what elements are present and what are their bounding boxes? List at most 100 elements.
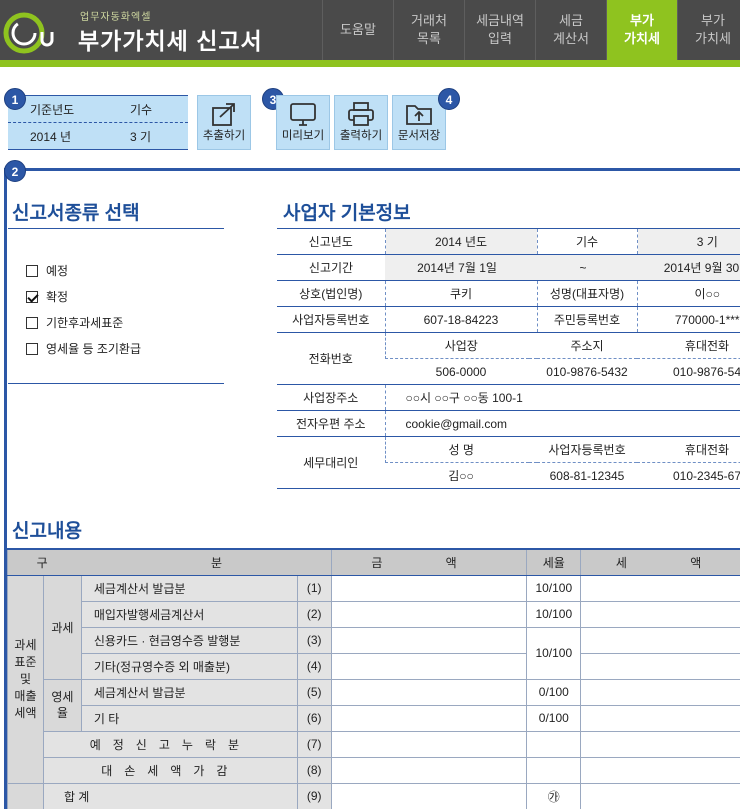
amount-cell[interactable] <box>330 782 528 809</box>
amount-cell[interactable] <box>330 652 528 680</box>
tax-cell[interactable] <box>580 704 740 732</box>
app-header: 업무자동화엑셀 부가가치세 신고서 도움말 거래처 목록 세금내역 입력 세금 … <box>0 0 740 60</box>
phone-home-value[interactable]: 010-9876-5432 <box>537 358 637 385</box>
amount-cell[interactable] <box>330 678 528 706</box>
option-preliminary[interactable]: 예정 <box>26 262 68 279</box>
row-label: 예정신고누락분 <box>42 730 298 758</box>
amount-cell[interactable] <box>330 574 528 602</box>
rate-cell: 10/100 <box>526 626 582 680</box>
row-label: 매입자발행세금계산서 <box>80 600 298 628</box>
checkbox-icon[interactable] <box>26 316 38 329</box>
nav-tab-tax-entry[interactable]: 세금내역 입력 <box>464 0 535 60</box>
label-agent-name: 성 명 <box>384 436 537 463</box>
period-header: 기수 <box>130 102 153 117</box>
row-number: (2) <box>296 600 332 628</box>
checkbox-checked-icon[interactable] <box>26 290 38 303</box>
nav-tab-vat-2[interactable]: 부가 가치세 <box>677 0 740 60</box>
print-button[interactable]: 출력하기 <box>334 95 388 150</box>
row-number: (4) <box>296 652 332 680</box>
rate-cell: 10/100 <box>526 574 582 602</box>
row-label: 세금계산서 발급분 <box>80 678 298 706</box>
folder-upload-icon <box>406 105 432 125</box>
label-tax-agent: 세무대리인 <box>277 436 385 489</box>
row-label: 신용카드 · 현금영수증 발행분 <box>80 626 298 654</box>
checkbox-icon[interactable] <box>26 342 38 355</box>
tax-cell[interactable] <box>580 782 740 809</box>
bizno-value[interactable]: 607-18-84223 <box>384 306 537 333</box>
label-phone: 전화번호 <box>277 332 385 385</box>
preview-label: 미리보기 <box>281 130 325 142</box>
period-value[interactable]: 3 기 <box>130 128 151 145</box>
app-title: 부가가치세 신고서 <box>78 28 263 54</box>
monitor-icon <box>290 103 316 126</box>
report-type-title: 신고서종류 선택 <box>12 203 140 224</box>
row-label: 기 타 <box>80 704 298 732</box>
amount-cell[interactable] <box>330 626 528 654</box>
col-rate: 세율 <box>526 548 582 576</box>
nav-tab-help[interactable]: 도움말 <box>322 0 393 60</box>
export-button[interactable]: 추출하기 <box>197 95 251 150</box>
phone-office-value[interactable]: 506-0000 <box>385 358 537 385</box>
address-value[interactable]: ○○시 ○○구 ○○동 100-1 <box>384 384 740 411</box>
phone-mobile-value[interactable]: 010-9876-54 <box>637 358 740 385</box>
label-phone-office: 사업장 <box>384 332 537 359</box>
email-value[interactable]: cookie@gmail.com <box>384 410 740 437</box>
amount-cell[interactable] <box>330 600 528 628</box>
header-accent-bar <box>0 60 740 67</box>
row-label: 대손세액가감 <box>42 756 298 784</box>
resno-value[interactable]: 770000-1*** <box>636 306 740 333</box>
amount-cell[interactable] <box>330 756 528 784</box>
period-end[interactable]: 2014년 9월 30일 <box>637 254 740 281</box>
rate-cell <box>526 756 582 784</box>
year-value[interactable]: 2014 년 <box>30 128 71 145</box>
col-tax: 세 액 <box>580 548 740 576</box>
nav-tab-vat[interactable]: 부가 가치세 <box>606 0 677 60</box>
side-blank <box>7 782 44 809</box>
label-company: 상호(법인명) <box>277 280 385 307</box>
row-number: (5) <box>296 678 332 706</box>
nav-tab-tax-invoice[interactable]: 세금 계산서 <box>535 0 606 60</box>
tax-cell[interactable] <box>580 652 740 680</box>
export-icon <box>212 103 235 126</box>
app-logo-icon <box>3 12 54 54</box>
amount-cell[interactable] <box>330 730 528 758</box>
tax-cell[interactable] <box>580 626 740 654</box>
tax-cell[interactable] <box>580 730 740 758</box>
label-address: 사업장주소 <box>277 384 385 411</box>
printer-icon <box>348 102 374 126</box>
agent-mobile-value[interactable]: 010-2345-67 <box>637 462 740 489</box>
app-subtitle: 업무자동화엑셀 <box>80 12 152 23</box>
report-year-value[interactable]: 2014 년도 <box>384 228 537 255</box>
checkbox-icon[interactable] <box>26 264 38 277</box>
agent-name-value[interactable]: 김○○ <box>385 462 537 489</box>
print-label: 출력하기 <box>339 130 383 142</box>
rate-cell: 10/100 <box>526 600 582 628</box>
tax-cell[interactable] <box>580 756 740 784</box>
business-info-title: 사업자 기본정보 <box>283 203 411 224</box>
row-number: (8) <box>296 756 332 784</box>
company-value[interactable]: 쿠키 <box>384 280 537 307</box>
label-period: 기수 <box>536 228 637 255</box>
option-final[interactable]: 확정 <box>26 288 68 305</box>
label-agent-mobile: 휴대전화 <box>637 436 740 463</box>
step-badge-4: 4 <box>438 88 460 110</box>
row-label: 세금계산서 발급분 <box>80 574 298 602</box>
rep-name-value[interactable]: 이○○ <box>636 280 740 307</box>
label-agent-bizno: 사업자등록번호 <box>537 436 637 463</box>
period-value[interactable]: 3 기 <box>636 228 740 255</box>
option-early-refund[interactable]: 영세율 등 조기환급 <box>26 340 141 357</box>
agent-bizno-value[interactable]: 608-81-12345 <box>537 462 637 489</box>
export-label: 추출하기 <box>202 130 246 142</box>
nav-tab-client-list[interactable]: 거래처 목록 <box>393 0 464 60</box>
tax-cell[interactable] <box>580 600 740 628</box>
row-number: (7) <box>296 730 332 758</box>
tax-cell[interactable] <box>580 574 740 602</box>
period-start[interactable]: 2014년 7월 1일 <box>385 254 529 281</box>
tax-cell[interactable] <box>580 678 740 706</box>
label-rep-name: 성명(대표자명) <box>536 280 637 307</box>
option-late-filing[interactable]: 기한후과세표준 <box>26 314 123 331</box>
step-badge-2: 2 <box>4 160 26 182</box>
preview-button[interactable]: 미리보기 <box>276 95 330 150</box>
declaration-table: 구 분 금 액 세율 세 액 과세 표준 및 매출 세액 과세 세금계산서 발급… <box>7 548 740 809</box>
amount-cell[interactable] <box>330 704 528 732</box>
